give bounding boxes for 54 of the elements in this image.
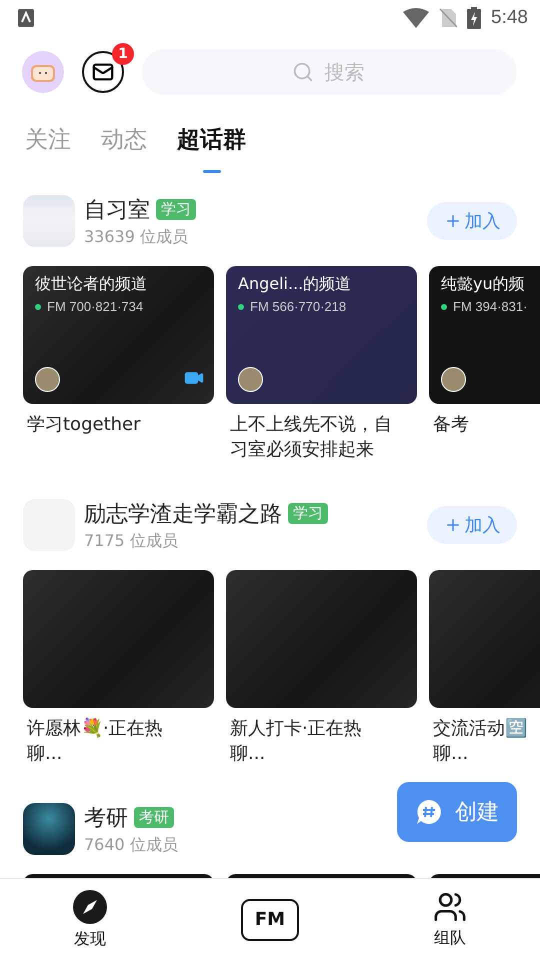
no-sim-icon <box>439 8 458 28</box>
channel-caption: 交流活动🈳 <box>433 717 527 741</box>
mail-icon <box>92 61 114 83</box>
fm-number: FM 394·831· <box>453 299 528 314</box>
group-tag: 考研 <box>134 807 174 828</box>
channel-caption: 学习together <box>27 413 142 437</box>
group-tag: 学习 <box>288 503 328 524</box>
hashtag-bubble-icon <box>415 798 443 826</box>
clock-time: 5:48 <box>491 7 528 29</box>
group-name: 励志学渣走学霸之路 <box>84 500 282 528</box>
fm-number: FM 566·770·218 <box>250 299 346 314</box>
member-count: 7175 位成员 <box>84 530 179 552</box>
nav-item[interactable]: 发现 <box>45 889 135 950</box>
battery-icon <box>467 7 482 29</box>
fm-number: FM 700·821·734 <box>47 299 144 314</box>
channel-card[interactable] <box>23 570 214 708</box>
tab-indicator <box>202 170 220 173</box>
tab[interactable]: 超话群 <box>177 115 246 163</box>
live-dot <box>35 304 41 310</box>
channel-card[interactable] <box>226 570 417 708</box>
channel-card[interactable]: 彼世论者的频道 FM 700·821·734 <box>23 266 214 404</box>
channel-title: 彼世论者的频道 <box>35 274 148 295</box>
channel-caption: 许愿林💐·正在热 <box>27 716 163 741</box>
channel-caption: 上不上线先不说，自习室必须安排起来 <box>230 413 393 462</box>
live-dot <box>441 304 447 310</box>
member-count: 7640 位成员 <box>84 834 179 856</box>
search-field[interactable]: 搜索 <box>142 49 517 95</box>
channel-title: 纯懿yu的频 <box>441 274 526 295</box>
notification-badge: 1 <box>112 43 134 65</box>
live-dot <box>238 304 244 310</box>
channel-card[interactable]: Angeli...的频道 FM 566·770·218 <box>226 266 417 404</box>
channel-caption: 聊... <box>27 742 62 766</box>
group-name: 考研 <box>84 804 128 832</box>
group-name: 自习室 <box>84 196 150 224</box>
channel-caption: 聊... <box>433 742 468 766</box>
host-avatar <box>35 367 60 392</box>
channel-card[interactable]: 纯懿yu的频 FM 394·831· <box>429 266 540 404</box>
channel-caption: 备考 <box>433 413 470 437</box>
channel-caption: 聊... <box>230 742 266 766</box>
channel-title: Angeli...的频道 <box>238 274 352 295</box>
compass-icon <box>72 889 108 925</box>
group-avatar-photo[interactable] <box>23 803 75 855</box>
avatar-circle[interactable] <box>22 51 64 93</box>
search-icon <box>292 61 314 83</box>
notification-icon <box>18 9 34 27</box>
host-avatar <box>441 367 466 392</box>
fm-button[interactable]: FM <box>241 898 299 940</box>
nav-item[interactable]: 组队 <box>405 890 495 949</box>
group-tag: 学习 <box>156 199 196 220</box>
channel-caption: 新人打卡·正在热 <box>230 717 362 741</box>
member-count: 33639 位成员 <box>84 226 189 248</box>
wifi-icon <box>403 8 430 28</box>
host-avatar <box>238 367 263 392</box>
people-icon <box>433 890 467 924</box>
